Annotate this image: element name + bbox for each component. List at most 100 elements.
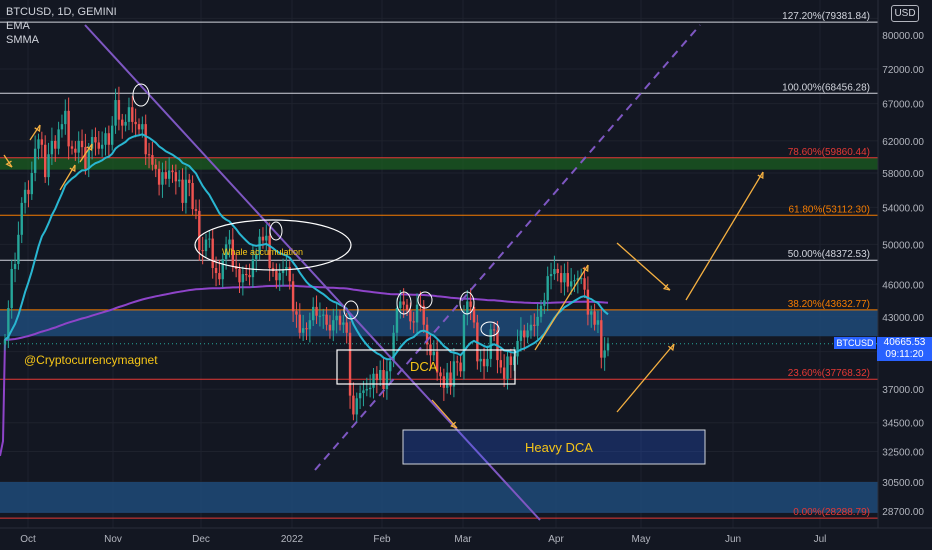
candle-body bbox=[44, 144, 47, 178]
candle-body bbox=[338, 315, 342, 325]
candle-body bbox=[523, 330, 526, 338]
candle-body bbox=[194, 209, 198, 211]
candle-body bbox=[278, 273, 281, 281]
green-resistance-zone bbox=[0, 157, 878, 170]
candle-body bbox=[298, 314, 301, 333]
candle-body bbox=[559, 273, 563, 283]
candle-body bbox=[191, 183, 194, 210]
candle-body bbox=[318, 315, 322, 317]
candle-body bbox=[208, 238, 211, 240]
candle-body bbox=[389, 361, 392, 372]
candle-body bbox=[563, 273, 566, 283]
candle-body bbox=[312, 306, 315, 321]
candle-body bbox=[241, 274, 245, 283]
candle-countdown: 09:11:20 bbox=[885, 349, 924, 360]
fib-level-label: 100.00%(68456.28) bbox=[782, 82, 870, 93]
time-axis-label: Nov bbox=[104, 534, 122, 545]
indicator-ema-label: EMA bbox=[6, 20, 30, 32]
candle-body bbox=[452, 361, 456, 387]
price-axis-label: 67000.00 bbox=[882, 100, 924, 111]
candle-body bbox=[174, 172, 178, 182]
candle-body bbox=[399, 301, 402, 308]
price-axis-label: 58000.00 bbox=[882, 169, 924, 180]
indicator-smma-label: SMMA bbox=[6, 34, 39, 46]
candle-body bbox=[352, 395, 355, 415]
candle-body bbox=[97, 142, 100, 149]
candle-body bbox=[446, 372, 449, 388]
candle-body bbox=[144, 124, 147, 155]
fib-level-label: 61.80%(53112.30) bbox=[788, 204, 870, 215]
candle-body bbox=[121, 119, 124, 126]
blue-support-zone bbox=[0, 309, 878, 337]
price-axis-label: 37000.00 bbox=[882, 385, 924, 396]
candle-body bbox=[248, 275, 251, 278]
author-handle: @Cryptocurrencymagnet bbox=[24, 353, 158, 367]
candle-body bbox=[516, 340, 519, 357]
candle-body bbox=[606, 343, 610, 351]
candle-body bbox=[107, 133, 111, 145]
candle-body bbox=[131, 107, 134, 122]
candle-body bbox=[211, 238, 214, 268]
blue-bottom-zone bbox=[0, 482, 878, 513]
candle-body bbox=[395, 307, 399, 333]
candle-body bbox=[161, 172, 164, 185]
candle-body bbox=[87, 148, 90, 169]
candle-body bbox=[167, 170, 171, 179]
price-axis-label: 50000.00 bbox=[882, 240, 924, 251]
price-chart[interactable]: 127.20%(79381.84) 100.00%(68456.28) 78.60%… bbox=[0, 0, 932, 550]
dca-label: DCA bbox=[410, 359, 438, 374]
price-axis-label: 32500.00 bbox=[882, 447, 924, 458]
price-axis-label: 34500.00 bbox=[882, 419, 924, 430]
candle-body bbox=[583, 278, 586, 290]
candle-body bbox=[181, 179, 184, 203]
candle-body bbox=[141, 124, 144, 130]
candle-body bbox=[509, 356, 513, 366]
candle-body bbox=[100, 144, 104, 149]
candle-body bbox=[533, 324, 536, 326]
candle-body bbox=[13, 263, 17, 269]
candle-body bbox=[33, 148, 37, 173]
candle-body bbox=[593, 311, 596, 325]
candle-body bbox=[325, 314, 328, 325]
candle-body bbox=[342, 322, 345, 325]
candle-body bbox=[569, 281, 573, 287]
candle-body bbox=[590, 311, 593, 315]
candle-body bbox=[80, 140, 84, 148]
candle-body bbox=[261, 236, 265, 241]
candle-body bbox=[379, 370, 382, 381]
candle-body bbox=[479, 358, 482, 362]
candle-body bbox=[70, 146, 74, 149]
price-axis-label: 46000.00 bbox=[882, 280, 924, 291]
current-price-badge: 40665.53 09:11:20 bbox=[877, 337, 932, 361]
candle-body bbox=[64, 110, 67, 125]
fib-level-label: 38.20%(43632.77) bbox=[788, 299, 870, 310]
candle-body bbox=[422, 305, 425, 325]
candle-body bbox=[335, 315, 338, 321]
fib-level-label: 0.00%(28288.79) bbox=[793, 507, 870, 518]
heavy-dca-label: Heavy DCA bbox=[525, 440, 593, 455]
price-axis-label: 43000.00 bbox=[882, 313, 924, 324]
candle-body bbox=[295, 311, 298, 315]
candle-body bbox=[543, 300, 546, 306]
candle-body bbox=[362, 390, 365, 394]
price-axis-label: 72000.00 bbox=[882, 65, 924, 76]
candle-body bbox=[365, 389, 368, 391]
price-axis-label: 62000.00 bbox=[882, 137, 924, 148]
price-axis-label: 54000.00 bbox=[882, 203, 924, 214]
candle-body bbox=[600, 320, 603, 358]
candle-body bbox=[275, 271, 278, 281]
time-axis-label: Apr bbox=[548, 534, 564, 545]
candle-body bbox=[245, 274, 248, 276]
candle-body bbox=[171, 170, 174, 173]
currency-button[interactable]: USD bbox=[891, 5, 919, 22]
candle-body bbox=[566, 273, 569, 287]
candle-body bbox=[57, 129, 60, 149]
current-price: 40665.53 bbox=[883, 337, 926, 348]
fib-level-label: 127.20%(79381.84) bbox=[782, 11, 870, 22]
candle-body bbox=[40, 139, 44, 145]
candle-body bbox=[499, 360, 502, 368]
candle-body bbox=[415, 304, 419, 323]
time-axis-label: Mar bbox=[454, 534, 472, 545]
candle-body bbox=[368, 387, 372, 390]
candle-body bbox=[265, 235, 268, 241]
